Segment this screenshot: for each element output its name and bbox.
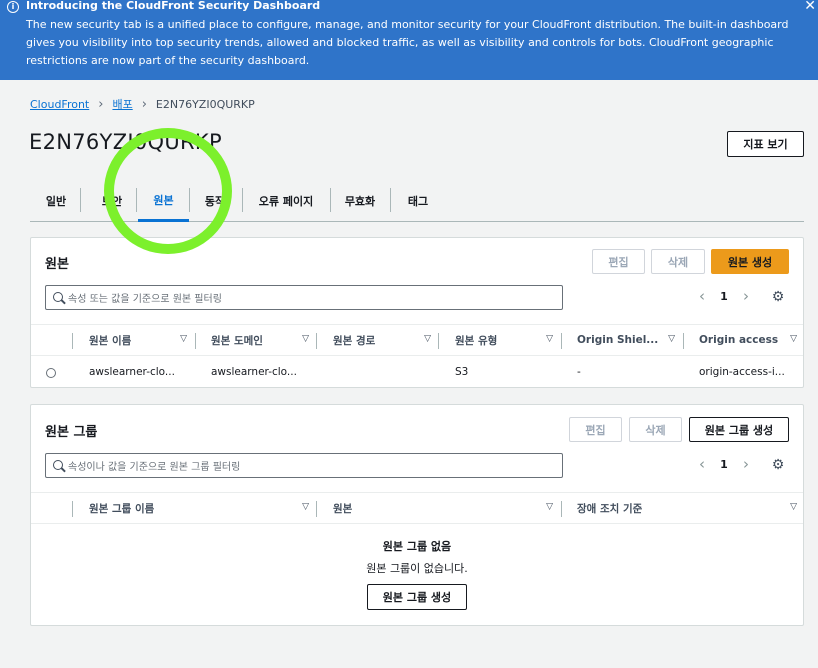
col-label: 원본 유형 <box>455 334 498 347</box>
page-title: E2N76YZI0QURKP <box>29 130 222 154</box>
page-number[interactable]: 1 <box>713 458 735 471</box>
tab-divider <box>136 188 137 212</box>
origin-filter-input[interactable]: 속성 또는 값을 기준으로 원본 필터링 <box>45 285 563 310</box>
row-radio[interactable] <box>46 368 56 378</box>
cell-origin-shield: - <box>577 366 581 378</box>
search-icon <box>53 292 63 302</box>
empty-subtitle: 원본 그룹이 없습니다. <box>366 562 468 575</box>
cell-origin-type: S3 <box>455 366 469 378</box>
banner-body: The new security tab is a unified place … <box>26 18 789 67</box>
col-origin-type[interactable]: 원본 유형 ▽ <box>439 325 561 355</box>
tab-general[interactable]: 일반 <box>34 180 78 221</box>
tab-bar: 일반 보안 원본 동작 오류 페이지 무효화 태그 <box>30 180 804 222</box>
origins-panel: 원본 편집 삭제 원본 생성 속성 또는 값을 기준으로 원본 필터링 ‹ 1 … <box>30 237 804 388</box>
info-icon: i <box>7 1 19 13</box>
cell-origin-path <box>317 356 439 388</box>
col-label: 원본 <box>333 502 353 515</box>
info-banner: i Introducing the CloudFront Security Da… <box>0 0 818 80</box>
tab-origins[interactable]: 원본 <box>138 180 189 222</box>
col-label: Origin Shiel... <box>577 334 659 346</box>
breadcrumb-distributions[interactable]: 배포 <box>112 96 132 112</box>
sort-icon: ▽ <box>790 334 797 344</box>
chevron-right-icon: › <box>141 96 147 112</box>
close-icon[interactable]: ✕ <box>804 0 816 14</box>
breadcrumb-cloudfront[interactable]: CloudFront <box>30 98 89 111</box>
origin-group-filter-input[interactable]: 속성이나 값을 기준으로 원본 그룹 필터링 <box>45 453 563 478</box>
empty-title: 원본 그룹 없음 <box>382 540 452 553</box>
tab-invalidations[interactable]: 무효화 <box>334 180 386 221</box>
origins-table-header: 원본 이름 ▽ 원본 도메인 ▽ 원본 경로 ▽ 원본 유형 ▽ Origin Shie… <box>31 324 803 356</box>
tab-divider <box>242 188 243 212</box>
col-origins[interactable]: 원본 ▽ <box>317 493 561 523</box>
edit-origin-button[interactable]: 편집 <box>592 249 645 274</box>
col-origin-group-name[interactable]: 원본 그룹 이름 ▽ <box>73 493 317 523</box>
col-label: 원본 이름 <box>89 334 132 347</box>
cell-origin-domain: awslearner-clo... <box>211 366 297 378</box>
breadcrumb: CloudFront › 배포 › E2N76YZI0QURKP <box>30 96 255 112</box>
origin-pagination: ‹ 1 › <box>691 287 757 305</box>
tab-behaviors[interactable]: 동작 <box>192 180 238 221</box>
sort-icon: ▽ <box>790 502 797 512</box>
edit-origin-group-button[interactable]: 편집 <box>569 417 622 442</box>
cell-origin-access: origin-access-i... <box>699 366 785 378</box>
sort-icon: ▽ <box>302 502 309 512</box>
col-failover-criteria[interactable]: 장애 조치 기준 ▽ <box>561 493 805 523</box>
origin-filter-placeholder: 속성 또는 값을 기준으로 원본 필터링 <box>68 294 222 305</box>
col-origin-name[interactable]: 원본 이름 ▽ <box>73 325 195 355</box>
tab-tags[interactable]: 태그 <box>394 180 442 221</box>
empty-state: 원본 그룹 없음 원본 그룹이 없습니다. <box>31 538 803 576</box>
col-label: 원본 경로 <box>333 334 376 347</box>
delete-origin-button[interactable]: 삭제 <box>651 249 705 274</box>
breadcrumb-current: E2N76YZI0QURKP <box>155 97 255 111</box>
col-label: 원본 그룹 이름 <box>89 502 155 515</box>
sort-icon: ▽ <box>546 334 553 344</box>
tab-divider <box>80 188 81 212</box>
empty-create-origin-group-button[interactable]: 원본 그룹 생성 <box>367 584 467 610</box>
page-number[interactable]: 1 <box>713 290 735 303</box>
tab-security[interactable]: 보안 <box>90 180 134 221</box>
prev-page-icon[interactable]: ‹ <box>691 287 713 305</box>
origin-group-pagination: ‹ 1 › <box>691 455 757 473</box>
gear-icon[interactable]: ⚙ <box>770 457 786 473</box>
col-origin-shield[interactable]: Origin Shiel... ▽ <box>561 325 683 355</box>
table-row[interactable]: awslearner-clo... awslearner-clo... S3 -… <box>31 356 803 388</box>
next-page-icon[interactable]: › <box>735 287 757 305</box>
origin-groups-title: 원본 그룹 <box>45 425 98 440</box>
col-label: Origin access <box>699 334 779 346</box>
create-origin-group-button[interactable]: 원본 그룹 생성 <box>689 417 789 442</box>
gear-icon[interactable]: ⚙ <box>770 289 786 305</box>
chevron-right-icon: › <box>98 96 104 112</box>
banner-title: Introducing the CloudFront Security Dash… <box>26 0 321 12</box>
tab-error-pages[interactable]: 오류 페이지 <box>246 180 326 221</box>
search-icon <box>53 460 63 470</box>
tab-divider <box>189 188 190 212</box>
create-origin-button[interactable]: 원본 생성 <box>711 249 789 274</box>
sort-icon: ▽ <box>668 334 675 344</box>
col-label: 장애 조치 기준 <box>577 502 643 515</box>
col-origin-access[interactable]: Origin access ▽ <box>683 325 805 355</box>
prev-page-icon[interactable]: ‹ <box>691 455 713 473</box>
sort-icon: ▽ <box>180 334 187 344</box>
origins-title: 원본 <box>45 257 69 272</box>
next-page-icon[interactable]: › <box>735 455 757 473</box>
origin-groups-table-header: 원본 그룹 이름 ▽ 원본 ▽ 장애 조치 기준 ▽ <box>31 492 803 524</box>
sort-icon: ▽ <box>424 334 431 344</box>
view-metrics-button[interactable]: 지표 보기 <box>727 131 804 157</box>
cell-origin-name: awslearner-clo... <box>89 366 175 378</box>
tab-divider <box>390 188 391 212</box>
tab-divider <box>330 188 331 212</box>
sort-icon: ▽ <box>546 502 553 512</box>
origin-groups-panel: 원본 그룹 편집 삭제 원본 그룹 생성 속성이나 값을 기준으로 원본 그룹 … <box>30 404 804 626</box>
origin-group-filter-placeholder: 속성이나 값을 기준으로 원본 그룹 필터링 <box>68 462 241 473</box>
col-origin-path[interactable]: 원본 경로 ▽ <box>317 325 439 355</box>
col-label: 원본 도메인 <box>211 334 263 347</box>
delete-origin-group-button[interactable]: 삭제 <box>629 417 682 442</box>
col-origin-domain[interactable]: 원본 도메인 ▽ <box>195 325 317 355</box>
sort-icon: ▽ <box>302 334 309 344</box>
